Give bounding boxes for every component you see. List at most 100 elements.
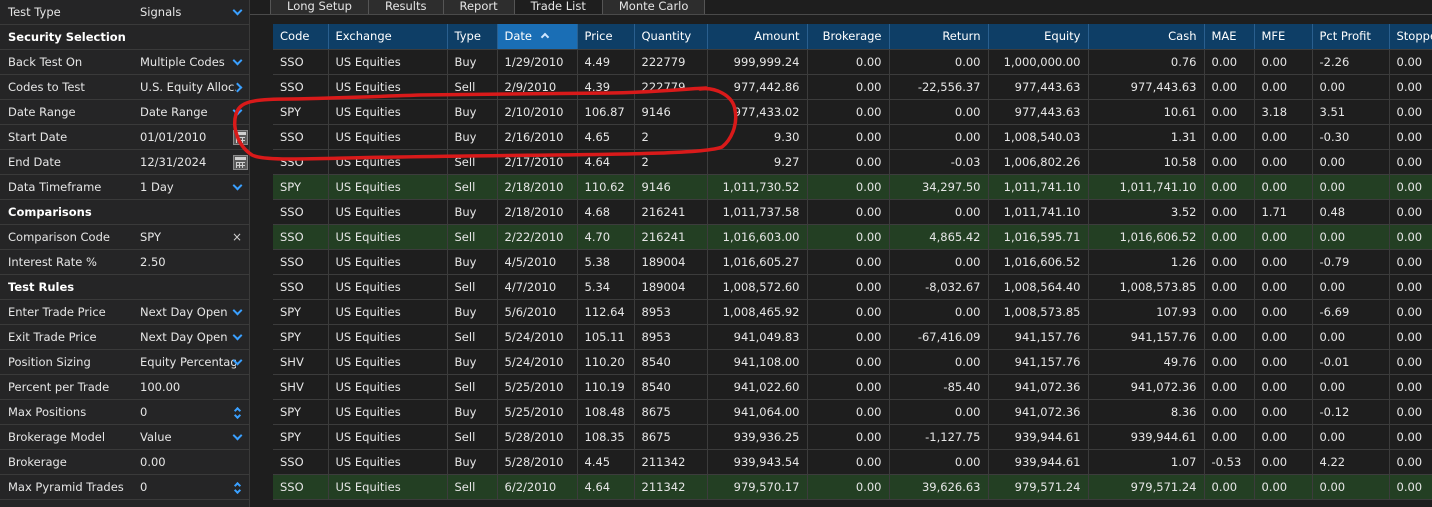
chevron-down-icon[interactable] — [231, 105, 243, 118]
column-header-date[interactable]: Date — [497, 24, 578, 50]
setting-row-brokerage[interactable]: Brokerage 0.00 — [0, 450, 249, 475]
tab-trade-list[interactable]: Trade List — [513, 0, 603, 15]
table-row[interactable]: SSO US Equities Buy 2/18/2010 4.68 216241 1,01… — [273, 199, 1432, 225]
column-header-price[interactable]: Price — [577, 24, 635, 50]
column-header-exchange[interactable]: Exchange — [328, 24, 448, 50]
column-header-cash[interactable]: Cash — [1088, 24, 1205, 50]
tab-results[interactable]: Results — [367, 0, 444, 15]
clear-icon[interactable]: × — [231, 231, 243, 243]
column-header-mfe[interactable]: MFE — [1254, 24, 1313, 50]
chevron-down-icon[interactable] — [231, 5, 243, 18]
table-row[interactable]: SPY US Equities Sell 2/18/2010 110.62 9146 1,0… — [273, 174, 1432, 200]
column-header-pct-profit[interactable]: Pct Profit — [1312, 24, 1390, 50]
column-header-mae[interactable]: MAE — [1204, 24, 1255, 50]
table-row[interactable]: SPY US Equities Buy 5/25/2010 108.48 8675 941,… — [273, 399, 1432, 425]
tab-monte-carlo[interactable]: Monte Carlo — [601, 0, 706, 15]
calendar-icon[interactable] — [233, 130, 248, 145]
cell-type: Sell — [447, 474, 498, 500]
setting-value[interactable]: 01/01/2010 — [140, 125, 236, 149]
setting-row-percent-per-trade[interactable]: Percent per Trade 100.00 — [0, 375, 249, 400]
table-row[interactable]: SPY US Equities Buy 2/10/2010 106.87 9146 977,… — [273, 99, 1432, 125]
cell-amount: 977,442.86 — [707, 74, 808, 100]
column-header-equity[interactable]: Equity — [988, 24, 1089, 50]
chevron-down-icon[interactable] — [231, 430, 243, 443]
table-row[interactable]: SHV US Equities Buy 5/24/2010 110.20 8540 941,… — [273, 349, 1432, 375]
setting-row-interest-rate[interactable]: Interest Rate % 2.50 — [0, 250, 249, 275]
column-header-quantity[interactable]: Quantity — [634, 24, 708, 50]
column-header-label: Pct Profit — [1319, 29, 1371, 44]
setting-row-data-timeframe[interactable]: Data Timeframe 1 Day — [0, 175, 249, 200]
setting-value[interactable]: 12/31/2024 — [140, 150, 236, 174]
setting-value[interactable]: Equity Percentage — [140, 350, 236, 374]
setting-value[interactable]: Next Day Open — [140, 300, 236, 324]
table-row[interactable]: SSO US Equities Buy 4/5/2010 5.38 189004 1,016… — [273, 249, 1432, 275]
table-row[interactable]: SSO US Equities Sell 6/2/2010 4.64 211342 979,… — [273, 474, 1432, 500]
table-row[interactable]: SSO US Equities Sell 2/9/2010 4.39 222779 977,… — [273, 74, 1432, 100]
setting-row-position-sizing[interactable]: Position Sizing Equity Percentage — [0, 350, 249, 375]
table-row[interactable]: SSO US Equities Sell 4/7/2010 5.34 189004 1,00… — [273, 274, 1432, 300]
chevron-right-icon[interactable] — [231, 81, 243, 93]
table-row[interactable]: SPY US Equities Buy 5/6/2010 112.64 8953 1,008… — [273, 299, 1432, 325]
cell-cash: 977,443.63 — [1088, 74, 1205, 100]
column-header-label: MAE — [1211, 29, 1237, 44]
setting-row-start-date[interactable]: Start Date 01/01/2010 — [0, 125, 249, 150]
cell-brokerage: 0.00 — [807, 99, 890, 125]
column-header-amount[interactable]: Amount — [707, 24, 808, 50]
chevron-down-icon[interactable] — [231, 330, 243, 343]
setting-row-test-type[interactable]: Test Type Signals — [0, 0, 249, 25]
setting-row-date-range[interactable]: Date Range Date Range — [0, 100, 249, 125]
table-row[interactable]: SPY US Equities Sell 5/28/2010 108.35 8675 939… — [273, 424, 1432, 450]
setting-value[interactable]: 0 — [140, 400, 236, 424]
chevron-down-icon[interactable] — [231, 180, 243, 193]
cell-mae: 0.00 — [1204, 199, 1255, 225]
section-title: Comparisons — [8, 205, 92, 219]
table-row[interactable]: SPY US Equities Sell 5/24/2010 105.11 8953 941… — [273, 324, 1432, 350]
setting-row-exit-trade-price[interactable]: Exit Trade Price Next Day Open — [0, 325, 249, 350]
setting-value[interactable]: 1 — [140, 500, 236, 507]
chevron-down-icon[interactable] — [231, 305, 243, 318]
spinner-arrows-icon[interactable] — [231, 481, 243, 495]
setting-value[interactable]: 1 Day — [140, 175, 236, 199]
setting-value[interactable]: 0.00 — [140, 450, 236, 474]
setting-row-brokerage-model[interactable]: Brokerage Model Value — [0, 425, 249, 450]
setting-row-comparison-code[interactable]: Comparison Code SPY × — [0, 225, 249, 250]
setting-value[interactable]: SPY — [140, 225, 236, 249]
tab-long-setup[interactable]: Long Setup — [270, 0, 369, 15]
setting-row-max-pyramid-trades[interactable]: Max Pyramid Trades 0 — [0, 475, 249, 500]
cell-exchange: US Equities — [328, 199, 448, 225]
column-header-code[interactable]: Code — [273, 24, 329, 50]
setting-value[interactable]: Multiple Codes — [140, 50, 236, 74]
spinner-arrows-icon[interactable] — [231, 406, 243, 420]
setting-value[interactable]: 100.00 — [140, 375, 236, 399]
setting-value[interactable]: Next Day Open — [140, 325, 236, 349]
table-row[interactable]: SHV US Equities Sell 5/25/2010 110.19 8540 941… — [273, 374, 1432, 400]
column-header-brokerage[interactable]: Brokerage — [807, 24, 890, 50]
tab-report[interactable]: Report — [442, 0, 515, 15]
setting-row-enter-trade-price[interactable]: Enter Trade Price Next Day Open — [0, 300, 249, 325]
table-row[interactable]: SSO US Equities Buy 1/29/2010 4.49 222779 999,… — [273, 49, 1432, 75]
setting-value[interactable]: Date Range — [140, 100, 236, 124]
setting-value[interactable]: Value — [140, 425, 236, 449]
table-row[interactable]: SSO US Equities Buy 5/28/2010 4.45 211342 939,… — [273, 449, 1432, 475]
setting-row-codes-to-test[interactable]: Codes to Test U.S. Equity Alloc... — [0, 75, 249, 100]
table-row[interactable]: SSO US Equities Sell 2/22/2010 4.70 216241 1,0… — [273, 224, 1432, 250]
setting-value[interactable]: U.S. Equity Alloc... — [140, 75, 236, 99]
setting-row-scale-in-days[interactable]: Scale In Days 1 — [0, 500, 249, 507]
table-row[interactable]: SSO US Equities Sell 2/17/2010 4.64 2 9.27 0.00… — [273, 149, 1432, 175]
table-row[interactable]: SSO US Equities Buy 2/16/2010 4.65 2 9.30 0.00 0… — [273, 124, 1432, 150]
chevron-down-icon[interactable] — [231, 355, 243, 368]
column-header-return[interactable]: Return — [889, 24, 989, 50]
setting-row-max-positions[interactable]: Max Positions 0 — [0, 400, 249, 425]
setting-value[interactable]: Signals — [140, 0, 236, 24]
setting-label: Brokerage — [8, 455, 67, 469]
cell-date: 5/28/2010 — [497, 449, 578, 475]
setting-row-end-date[interactable]: End Date 12/31/2024 — [0, 150, 249, 175]
column-header-type[interactable]: Type — [447, 24, 498, 50]
setting-value[interactable]: 2.50 — [140, 250, 236, 274]
chevron-down-icon[interactable] — [231, 55, 243, 68]
column-header-stopped[interactable]: Stopped — [1389, 24, 1432, 50]
setting-row-back-test-on[interactable]: Back Test On Multiple Codes — [0, 50, 249, 75]
setting-value[interactable]: 0 — [140, 475, 236, 499]
cell-mfe: 0.00 — [1254, 299, 1313, 325]
calendar-icon[interactable] — [233, 155, 248, 170]
